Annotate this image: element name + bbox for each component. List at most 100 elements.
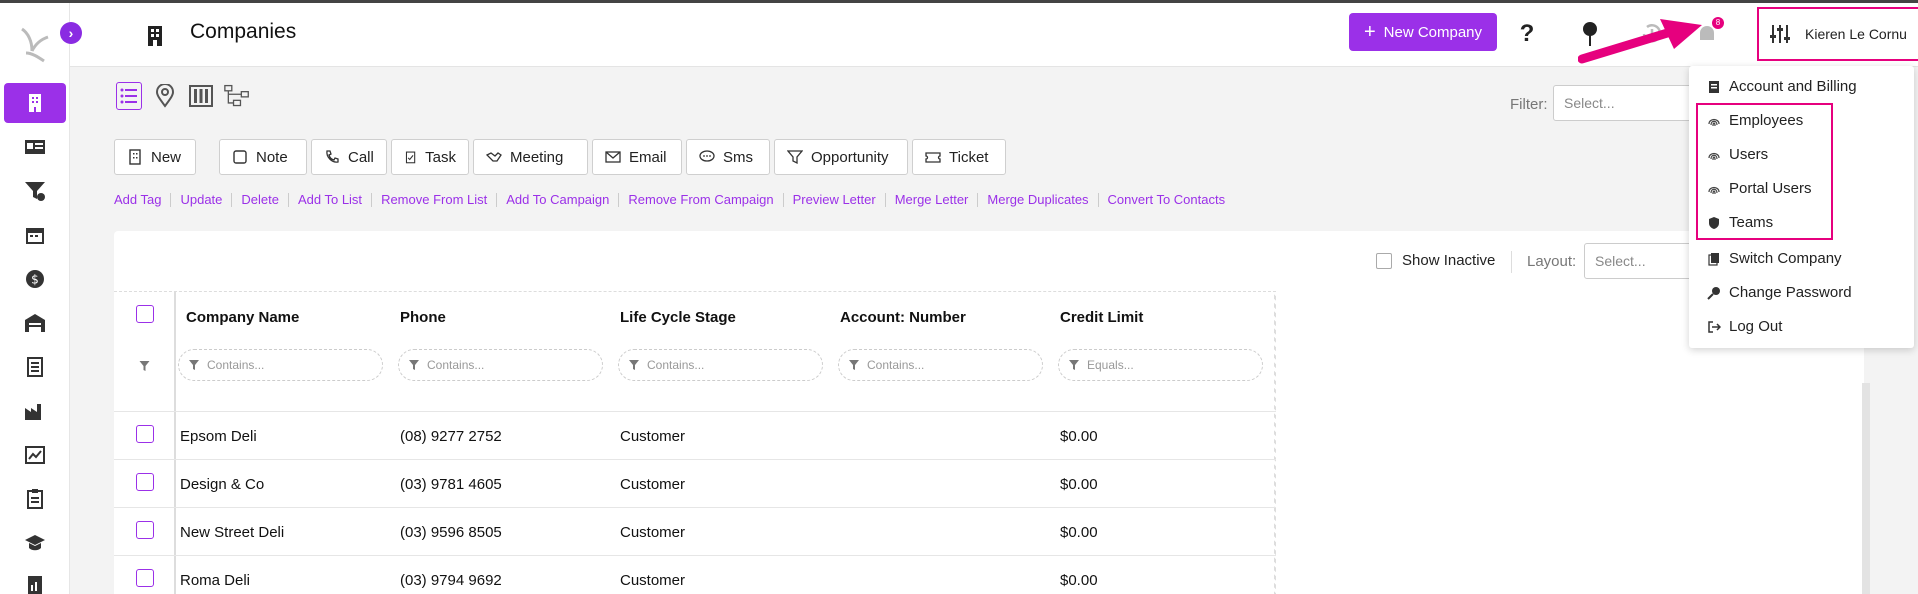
sidebar-item-lists[interactable] (4, 347, 66, 387)
show-inactive-checkbox[interactable] (1376, 252, 1392, 269)
chat-bubble-icon (699, 150, 715, 162)
menu-item-log-out[interactable]: Log Out (1707, 318, 1782, 335)
cell-phone: (03) 9794 9692 (400, 572, 502, 589)
opportunity-button[interactable]: Opportunity (774, 139, 908, 175)
menu-item-teams[interactable]: Teams (1707, 214, 1773, 231)
page-title: Companies (190, 20, 297, 43)
preview-letter-link[interactable]: Preview Letter (784, 193, 886, 207)
filter-select[interactable]: Select... (1553, 85, 1693, 121)
menu-item-users[interactable]: Users (1707, 146, 1768, 163)
remove-from-list-link[interactable]: Remove From List (372, 193, 498, 207)
sidebar-item-training[interactable] (4, 523, 66, 563)
filter-icon (629, 360, 639, 370)
column-header-life-cycle-stage[interactable]: Life Cycle Stage (620, 309, 736, 326)
new-button[interactable]: New (114, 139, 196, 175)
menu-item-switch-company[interactable]: Switch Company (1707, 250, 1842, 267)
email-button[interactable]: Email (592, 139, 682, 175)
bulk-actions: Add Tag Update Delete Add To List Remove… (114, 193, 1234, 207)
cell-company-name[interactable]: New Street Deli (180, 524, 284, 541)
handshake-icon (486, 152, 502, 162)
merge-letter-link[interactable]: Merge Letter (886, 193, 979, 207)
note-button[interactable]: Note (219, 139, 307, 175)
calendar-icon (26, 228, 44, 244)
call-button[interactable]: Call (311, 139, 387, 175)
menu-item-label: Account and Billing (1729, 78, 1857, 95)
table-row[interactable]: Design & Co (03) 9781 4605 Customer $0.0… (114, 459, 1276, 507)
cell-company-name[interactable]: Design & Co (180, 476, 264, 493)
menu-item-change-password[interactable]: Change Password (1707, 284, 1852, 301)
sidebar-item-tasks[interactable] (4, 479, 66, 519)
life-cycle-stage-filter[interactable]: Contains... (618, 349, 823, 381)
credit-limit-filter[interactable]: Equals... (1058, 349, 1263, 381)
meeting-button[interactable]: Meeting (473, 139, 588, 175)
convert-to-contacts-link[interactable]: Convert To Contacts (1099, 193, 1235, 207)
phone-filter[interactable]: Contains... (398, 349, 603, 381)
merge-duplicates-link[interactable]: Merge Duplicates (978, 193, 1099, 207)
sidebar-item-companies[interactable] (4, 83, 66, 123)
cell-company-name[interactable]: Roma Deli (180, 572, 250, 589)
call-button-label: Call (348, 148, 374, 166)
add-tag-link[interactable]: Add Tag (114, 193, 172, 207)
building-icon (29, 94, 41, 112)
kanban-view-button[interactable] (188, 82, 214, 110)
sidebar-item-contacts[interactable] (4, 127, 66, 167)
add-to-list-link[interactable]: Add To List (289, 193, 373, 207)
task-button[interactable]: Task (391, 139, 469, 175)
show-inactive-toggle[interactable]: Show Inactive (1376, 252, 1495, 269)
sidebar-item-sales[interactable]: $ (4, 259, 66, 299)
help-button[interactable]: ? (1510, 17, 1544, 51)
sidebar-item-pipeline[interactable] (4, 171, 66, 211)
row-checkbox[interactable] (136, 569, 154, 587)
kanban-icon (189, 85, 213, 107)
new-company-button[interactable]: + New Company (1349, 13, 1497, 51)
row-checkbox[interactable] (136, 473, 154, 491)
scrollbar[interactable] (1862, 383, 1870, 594)
update-link[interactable]: Update (171, 193, 233, 207)
layout-select[interactable]: Select... (1584, 243, 1694, 279)
table-row[interactable]: Roma Deli (03) 9794 9692 Customer $0.00 (114, 555, 1276, 594)
hierarchy-view-button[interactable] (224, 82, 250, 110)
checklist-icon (27, 357, 43, 377)
funnel-icon (787, 150, 803, 165)
table-row[interactable]: Epsom Deli (08) 9277 2752 Customer $0.00 (114, 411, 1276, 459)
map-view-button[interactable] (152, 82, 178, 110)
table-row[interactable]: New Street Deli (03) 9596 8505 Customer … (114, 507, 1276, 555)
menu-item-employees[interactable]: Employees (1707, 112, 1803, 129)
ticket-button[interactable]: Ticket (912, 139, 1006, 175)
sidebar-expand-button[interactable]: › (60, 22, 82, 44)
cell-company-name[interactable]: Epsom Deli (180, 428, 257, 445)
select-all-checkbox[interactable] (136, 305, 154, 323)
plus-icon: + (1363, 21, 1376, 43)
sidebar-item-manufacturing[interactable] (4, 391, 66, 431)
sms-button[interactable]: Sms (686, 139, 770, 175)
email-button-label: Email (629, 148, 667, 166)
add-to-campaign-link[interactable]: Add To Campaign (497, 193, 620, 207)
column-header-company-name[interactable]: Company Name (186, 309, 299, 326)
sidebar-item-calendar[interactable] (4, 215, 66, 255)
menu-item-account-billing[interactable]: Account and Billing (1707, 78, 1857, 95)
column-header-account-number[interactable]: Account: Number (840, 309, 966, 326)
annotation-arrow-icon (1578, 19, 1702, 64)
row-checkbox[interactable] (136, 425, 154, 443)
sidebar-item-documents[interactable] (4, 565, 66, 594)
menu-item-label: Change Password (1729, 284, 1852, 301)
list-view-button[interactable] (116, 82, 142, 110)
account-number-filter[interactable]: Contains... (838, 349, 1043, 381)
remove-from-campaign-link[interactable]: Remove From Campaign (619, 193, 784, 207)
filter-icon (189, 360, 199, 370)
filter-icon (409, 360, 419, 370)
row-checkbox[interactable] (136, 521, 154, 539)
cell-phone: (03) 9596 8505 (400, 524, 502, 541)
company-name-filter[interactable]: Contains... (178, 349, 383, 381)
delete-link[interactable]: Delete (232, 193, 289, 207)
user-menu-button[interactable]: Kieren Le Cornu (1757, 7, 1918, 61)
cell-credit: $0.00 (1060, 428, 1098, 445)
column-header-credit-limit[interactable]: Credit Limit (1060, 309, 1143, 326)
document-chart-icon (28, 576, 42, 594)
sidebar-item-warehouse[interactable] (4, 303, 66, 343)
menu-item-portal-users[interactable]: Portal Users (1707, 180, 1812, 197)
sliders-icon (1770, 25, 1790, 43)
column-header-phone[interactable]: Phone (400, 309, 446, 326)
sidebar-item-reports[interactable] (4, 435, 66, 475)
filter-icon (1069, 360, 1079, 370)
